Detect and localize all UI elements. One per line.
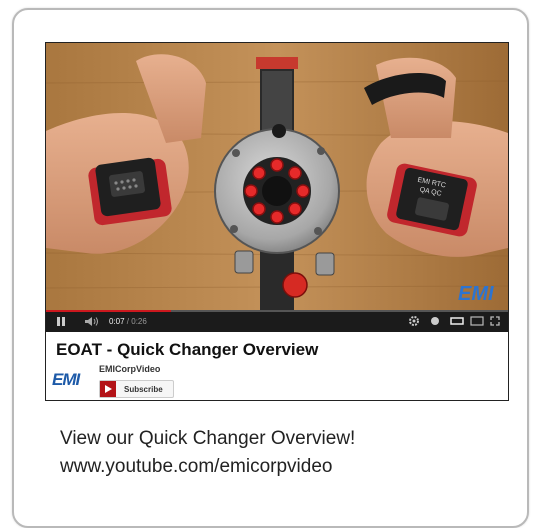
caption-link[interactable]: www.youtube.com/emicorpvideo — [60, 453, 355, 481]
channel-name[interactable]: EMICorpVideo — [99, 364, 160, 374]
video-title[interactable]: EOAT - Quick Changer Overview — [56, 340, 318, 360]
video-thumbnail: EMI RTC QA QC EMI — [46, 43, 508, 310]
gear-icon — [409, 316, 419, 326]
time-separator: / — [124, 316, 132, 326]
subscribe-label: Subscribe — [124, 384, 163, 394]
subscribe-button[interactable]: Subscribe — [99, 380, 174, 398]
video-frame[interactable]: EMI RTC QA QC EMI — [46, 43, 508, 310]
volume-icon — [85, 316, 98, 326]
video-info: EOAT - Quick Changer Overview EMI EMICor… — [46, 332, 508, 400]
pause-button[interactable] — [56, 310, 66, 332]
caption: View our Quick Changer Overview! www.you… — [60, 425, 355, 481]
pause-icon — [57, 316, 65, 326]
info-button[interactable] — [430, 310, 440, 332]
youtube-play-icon — [100, 381, 116, 397]
channel-logo[interactable]: EMI — [52, 370, 90, 396]
time-total: 0:26 — [131, 316, 147, 326]
youtube-embed[interactable]: EMI RTC QA QC EMI 0:07 / 0:26 EOAT - Qui… — [45, 42, 509, 401]
volume-button[interactable] — [84, 310, 100, 332]
video-controls: 0:07 / 0:26 — [46, 310, 508, 332]
theater-mode-button[interactable] — [450, 310, 464, 332]
time-display: 0:07 / 0:26 — [109, 310, 147, 332]
theater-mode-icon — [450, 317, 464, 325]
fullscreen-button[interactable] — [490, 310, 500, 332]
video-watermark: EMI — [458, 283, 494, 305]
caption-line-1: View our Quick Changer Overview! — [60, 428, 356, 449]
large-player-icon — [470, 316, 484, 326]
fullscreen-icon — [490, 316, 500, 326]
info-icon — [431, 317, 439, 325]
large-player-button[interactable] — [470, 310, 484, 332]
time-current: 0:07 — [109, 316, 125, 326]
settings-button[interactable] — [408, 310, 420, 332]
